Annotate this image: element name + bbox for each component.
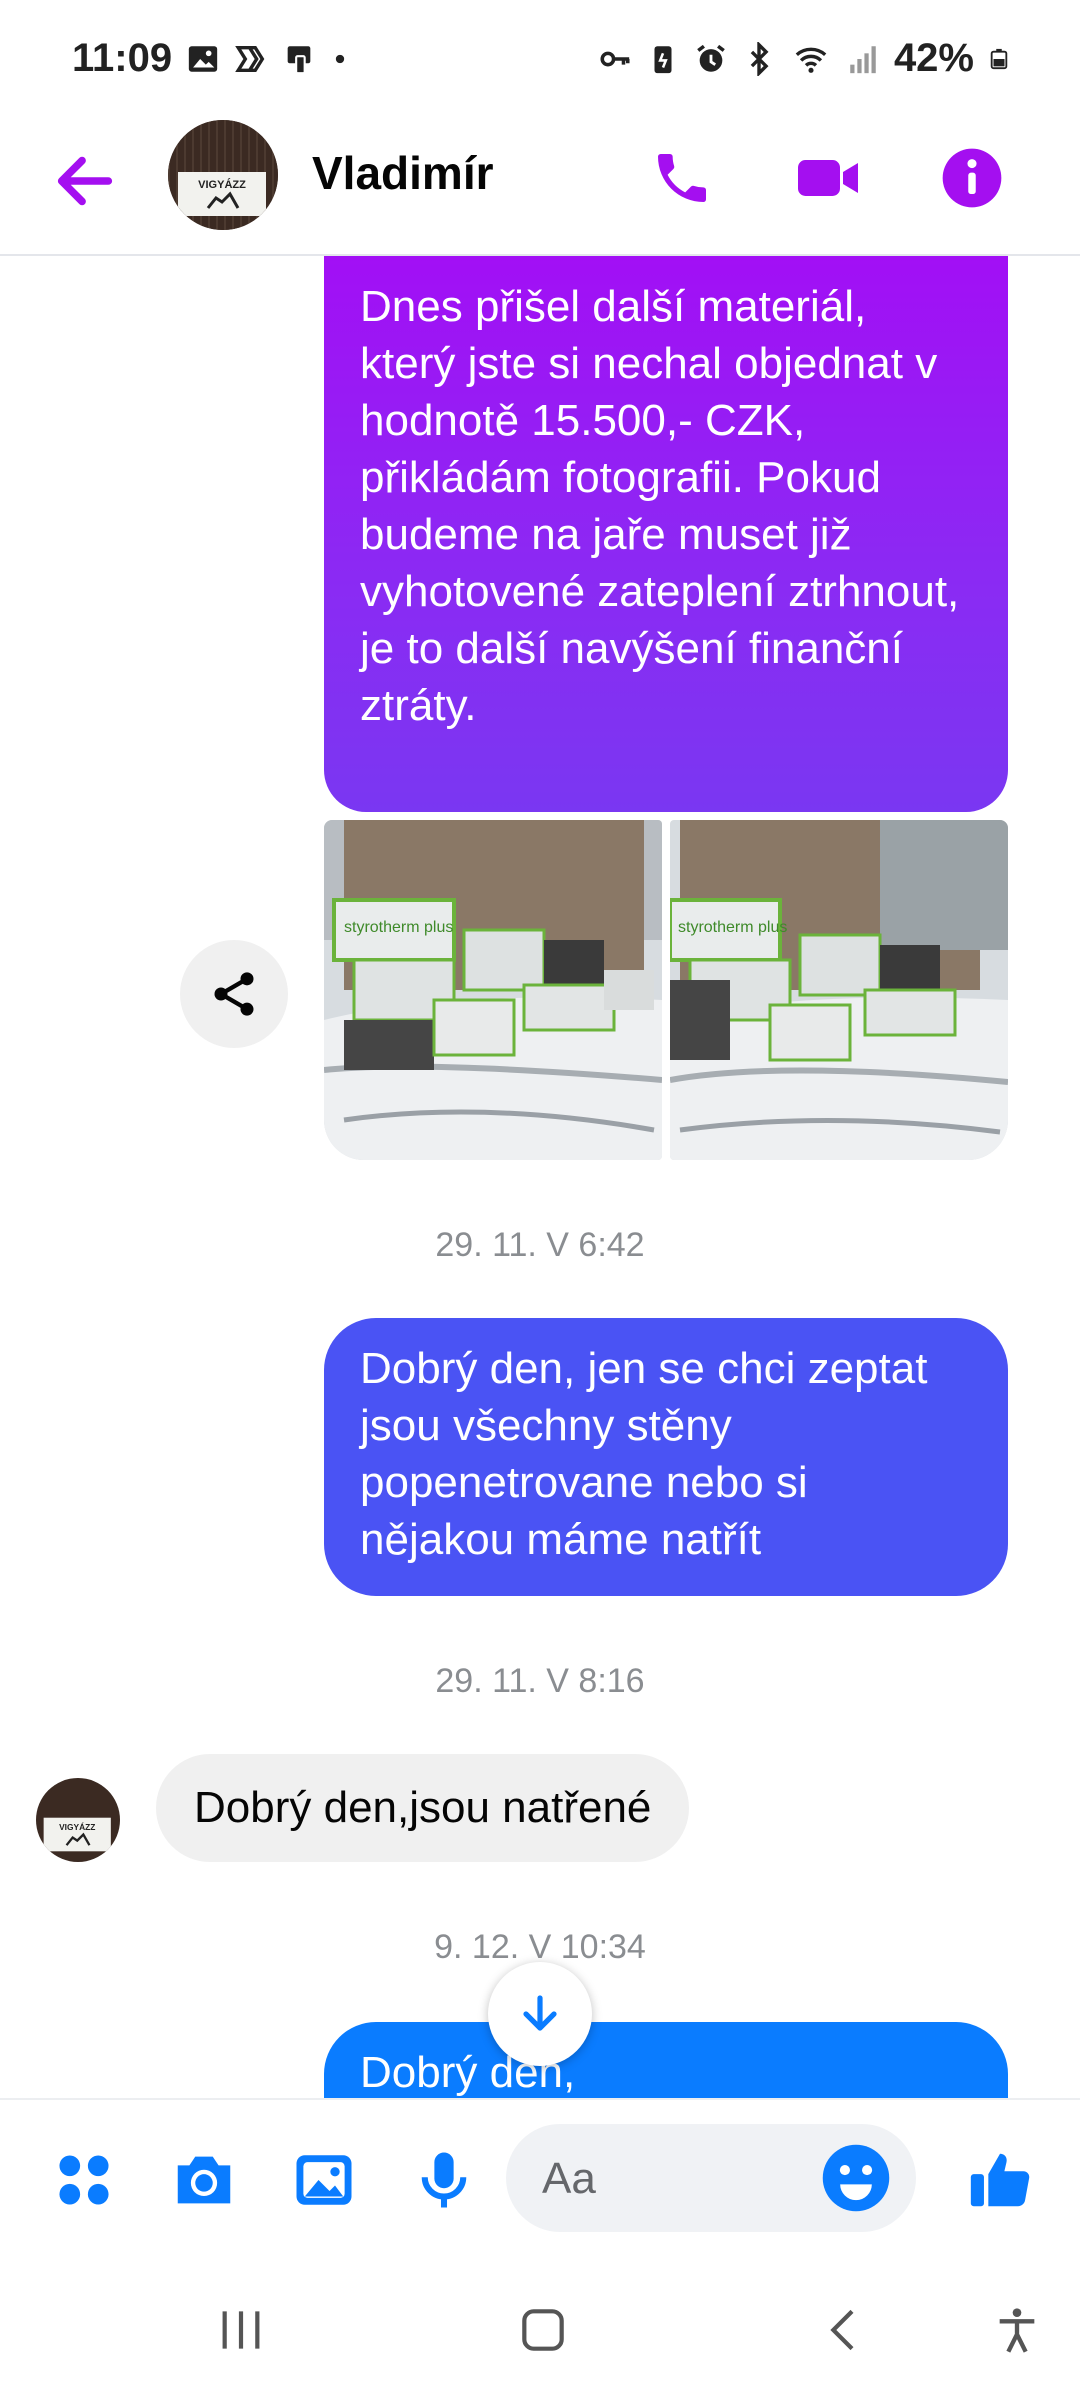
share-icon <box>214 972 254 1016</box>
message-timestamp: 29. 11. V 6:42 <box>435 1226 645 1264</box>
camera-icon <box>177 2156 231 2204</box>
key-icon <box>600 51 630 66</box>
video-camera-icon <box>798 160 858 196</box>
battery-icon <box>990 48 1008 69</box>
message-input-placeholder: Aa <box>542 2154 596 2203</box>
avatar-image: VIGYÁZZ <box>36 1778 120 1862</box>
contact-avatar-small[interactable]: VIGYÁZZ <box>36 1778 120 1862</box>
status-bar: 11:09 42% <box>0 0 1080 120</box>
bluetooth-icon <box>750 41 769 76</box>
battery-saver-icon <box>654 45 672 73</box>
microphone-icon <box>421 2152 467 2208</box>
chat-header: VIGYÁZZ Vladimír <box>0 120 1080 256</box>
message-composer: Aa <box>0 2098 1080 2262</box>
like-button[interactable] <box>960 2140 1040 2220</box>
box-label: styrotherm plus <box>344 919 453 936</box>
wifi-icon <box>795 47 827 73</box>
info-button[interactable] <box>934 140 1010 216</box>
message-thread[interactable]: Dnes přišel další materiál, který jste s… <box>0 256 1080 2098</box>
photo-attachment[interactable]: styrotherm plus <box>670 820 1008 1160</box>
outgoing-message[interactable]: Dobrý den, <box>324 2022 1008 2098</box>
apps-button[interactable] <box>44 2140 124 2220</box>
box-label: styrotherm plus <box>678 919 787 936</box>
emoji-icon <box>822 2144 890 2212</box>
alarm-icon <box>697 44 725 72</box>
home-button[interactable] <box>498 2290 588 2370</box>
accessibility-button[interactable] <box>972 2290 1062 2370</box>
insulation-boxes-photo: styrotherm plus <box>324 820 662 1160</box>
outgoing-message[interactable]: Dobrý den, jen se chci zeptat jsou všech… <box>324 1318 1008 1596</box>
camera-button[interactable] <box>164 2140 244 2220</box>
system-status-icons: 42% <box>598 36 1010 81</box>
contact-name[interactable]: Vladimír <box>312 146 494 200</box>
gallery-notification-icon <box>188 46 218 72</box>
battery-percent: 42% <box>893 36 974 80</box>
voice-call-button[interactable] <box>644 140 720 216</box>
home-icon <box>522 2309 564 2351</box>
messenger-chat-screen: 11:09 42% VIGYÁZZ Vladimír Dnes přišel d… <box>0 0 1080 2400</box>
accessibility-icon <box>999 2308 1035 2353</box>
photo-attachment[interactable]: styrotherm plus <box>324 820 662 1160</box>
notification-icons <box>186 42 350 76</box>
app-notification-icon <box>235 45 265 73</box>
incoming-message[interactable]: Dobrý den,jsou natřené <box>156 1754 690 1862</box>
gallery-icon <box>296 2155 352 2205</box>
back-arrow-icon <box>57 156 113 206</box>
arrow-down-icon <box>523 1995 557 2031</box>
thumbs-up-icon <box>970 2153 1030 2207</box>
apps-icon <box>59 2155 109 2205</box>
voice-message-button[interactable] <box>404 2140 484 2220</box>
outgoing-message[interactable]: Dnes přišel další materiál, který jste s… <box>324 256 1008 812</box>
chevron-left-icon <box>830 2309 854 2351</box>
info-icon <box>942 148 1002 208</box>
video-call-button[interactable] <box>790 140 866 216</box>
recent-apps-button[interactable] <box>196 2290 286 2370</box>
gallery-button[interactable] <box>284 2140 364 2220</box>
avatar-sign-text: VIGYÁZZ <box>198 178 246 191</box>
signal-icon <box>850 45 876 73</box>
dot-icon <box>335 54 345 64</box>
share-button[interactable] <box>180 940 288 1048</box>
insulation-boxes-photo: styrotherm plus <box>670 820 1008 1160</box>
emoji-button[interactable] <box>818 2140 894 2216</box>
back-nav-button[interactable] <box>800 2290 890 2370</box>
phone-notification-icon <box>287 46 311 75</box>
phone-icon <box>658 154 706 202</box>
message-input[interactable]: Aa <box>506 2124 916 2232</box>
status-time: 11:09 <box>72 36 173 80</box>
recent-apps-icon <box>222 2311 260 2349</box>
contact-avatar[interactable]: VIGYÁZZ <box>168 120 278 230</box>
back-button[interactable] <box>50 146 120 216</box>
avatar-sign-text: VIGYÁZZ <box>59 1821 95 1832</box>
avatar-image: VIGYÁZZ <box>168 120 278 230</box>
system-navigation-bar <box>0 2262 1080 2400</box>
message-timestamp: 29. 11. V 8:16 <box>435 1662 645 1700</box>
scroll-to-bottom-button[interactable] <box>488 1962 592 2066</box>
